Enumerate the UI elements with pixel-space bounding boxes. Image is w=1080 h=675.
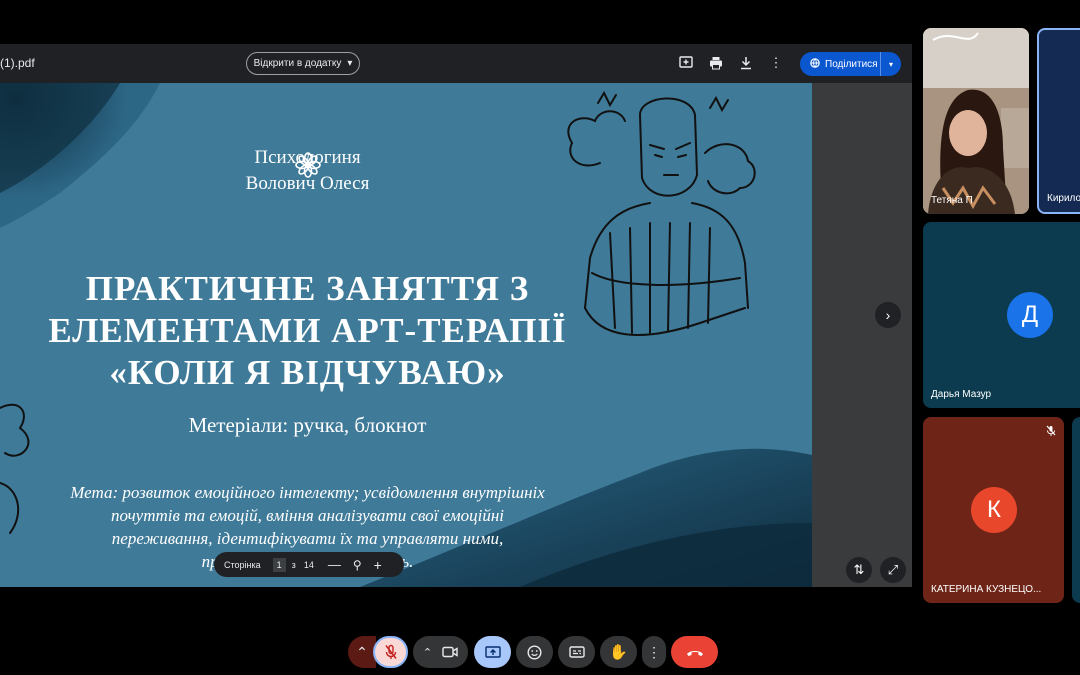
print-icon[interactable]: [707, 54, 725, 72]
pdf-viewer: (1).pdf Відкрити в додатку ▾ ⋮ Поділитис…: [0, 44, 912, 587]
share-button[interactable]: Поділитися ▾: [800, 52, 901, 76]
participant-tile-partial[interactable]: [1072, 417, 1080, 603]
viewer-toolbar: (1).pdf Відкрити в додатку ▾ ⋮ Поділитис…: [0, 44, 912, 83]
download-icon[interactable]: [737, 54, 755, 72]
audio-options-chevron-icon[interactable]: ⌃: [348, 636, 376, 668]
goal-line1: Мета: розвиток емоційного інтелекту; усв…: [70, 483, 545, 502]
mic-toggle-button[interactable]: [373, 636, 408, 668]
closed-captions-icon: [568, 646, 585, 658]
emoji-icon: [527, 644, 542, 660]
swap-icon[interactable]: ⇅: [846, 557, 872, 583]
dropdown-caret-icon: ▾: [347, 58, 353, 69]
thumbnail-panel: [812, 83, 912, 587]
participant-name: Дарья Мазур: [931, 389, 992, 400]
hand-icon: ✋: [609, 644, 628, 661]
fullscreen-icon[interactable]: ⤢: [880, 557, 906, 583]
zoom-out-icon[interactable]: —: [328, 557, 341, 572]
mic-off-icon: [384, 644, 397, 659]
slide-authors: Психологиня Волович Олеся: [0, 145, 615, 197]
end-call-icon: [686, 651, 703, 656]
author-line2: Волович Олеся: [245, 173, 370, 194]
page-number-input[interactable]: 1: [272, 557, 286, 572]
participant-tile[interactable]: Тетяна П: [923, 28, 1029, 214]
next-page-button[interactable]: ›: [875, 302, 901, 328]
file-name: (1).pdf: [0, 56, 35, 70]
leave-call-button[interactable]: [671, 636, 718, 668]
globe-icon: [810, 57, 820, 71]
captions-button[interactable]: [558, 636, 595, 668]
title-line3: «КОЛИ Я ВІДЧУВАЮ»: [109, 353, 506, 392]
raise-hand-button[interactable]: ✋: [600, 636, 637, 668]
page-separator: з: [291, 559, 296, 570]
more-vert-icon[interactable]: ⋮: [767, 54, 785, 72]
author-line1: Психологиня: [254, 147, 361, 168]
page-label: Сторінка: [224, 559, 261, 570]
camera-toggle-button[interactable]: ⌃: [413, 636, 468, 668]
reactions-button[interactable]: [516, 636, 553, 668]
video-options-chevron-icon[interactable]: ⌃: [423, 646, 432, 659]
participant-tile[interactable]: Кирило: [1037, 28, 1080, 214]
participant-video: [923, 28, 1029, 214]
presentation-slide: Психологиня Волович Олеся ПРАКТИЧНЕ ЗАНЯ…: [0, 83, 812, 587]
title-line2: ЕЛЕМЕНТАМИ АРТ-ТЕРАПІЇ: [48, 311, 567, 350]
share-label: Поділитися: [825, 58, 878, 70]
open-with-label: Відкрити в додатку: [253, 58, 342, 69]
participant-name: Тетяна П: [931, 195, 973, 206]
page-navigator: Сторінка 1 з 14 — ⚲ +: [214, 552, 404, 577]
zoom-search-icon[interactable]: ⚲: [353, 558, 362, 572]
open-with-app-button[interactable]: Відкрити в додатку ▾: [246, 52, 360, 75]
participant-name: Кирило: [1047, 193, 1080, 204]
zoom-in-icon[interactable]: +: [374, 557, 382, 573]
avatar: Д: [1007, 292, 1053, 338]
video-camera-icon: [442, 646, 458, 658]
present-screen-button[interactable]: [474, 636, 511, 668]
slide-title: ПРАКТИЧНЕ ЗАНЯТТЯ З ЕЛЕМЕНТАМИ АРТ-ТЕРАП…: [0, 268, 615, 394]
more-options-icon[interactable]: ⋮: [642, 636, 666, 668]
add-comment-icon[interactable]: [677, 54, 695, 72]
participant-name: КАТЕРИНА КУЗНЕЦО...: [931, 584, 1042, 595]
goal-line3: переживання, ідентифікувати їх та управл…: [111, 529, 504, 548]
mic-off-icon: [1046, 425, 1056, 439]
page-total: 14: [303, 559, 314, 570]
participant-tile[interactable]: Д Дарья Мазур: [923, 222, 1080, 408]
present-screen-icon: [484, 645, 501, 658]
title-line1: ПРАКТИЧНЕ ЗАНЯТТЯ З: [85, 269, 530, 308]
avatar: К: [971, 487, 1017, 533]
share-dropdown-icon[interactable]: ▾: [880, 52, 901, 76]
slide-materials: Метеріали: ручка, блокнот: [188, 413, 427, 437]
goal-line2: почуттів та емоцій, вміння аналізувати с…: [111, 506, 504, 525]
participant-tile[interactable]: К КАТЕРИНА КУЗНЕЦО...: [923, 417, 1064, 603]
call-controls: ⌃ ⌃ ✋ ⋮: [0, 636, 1080, 670]
